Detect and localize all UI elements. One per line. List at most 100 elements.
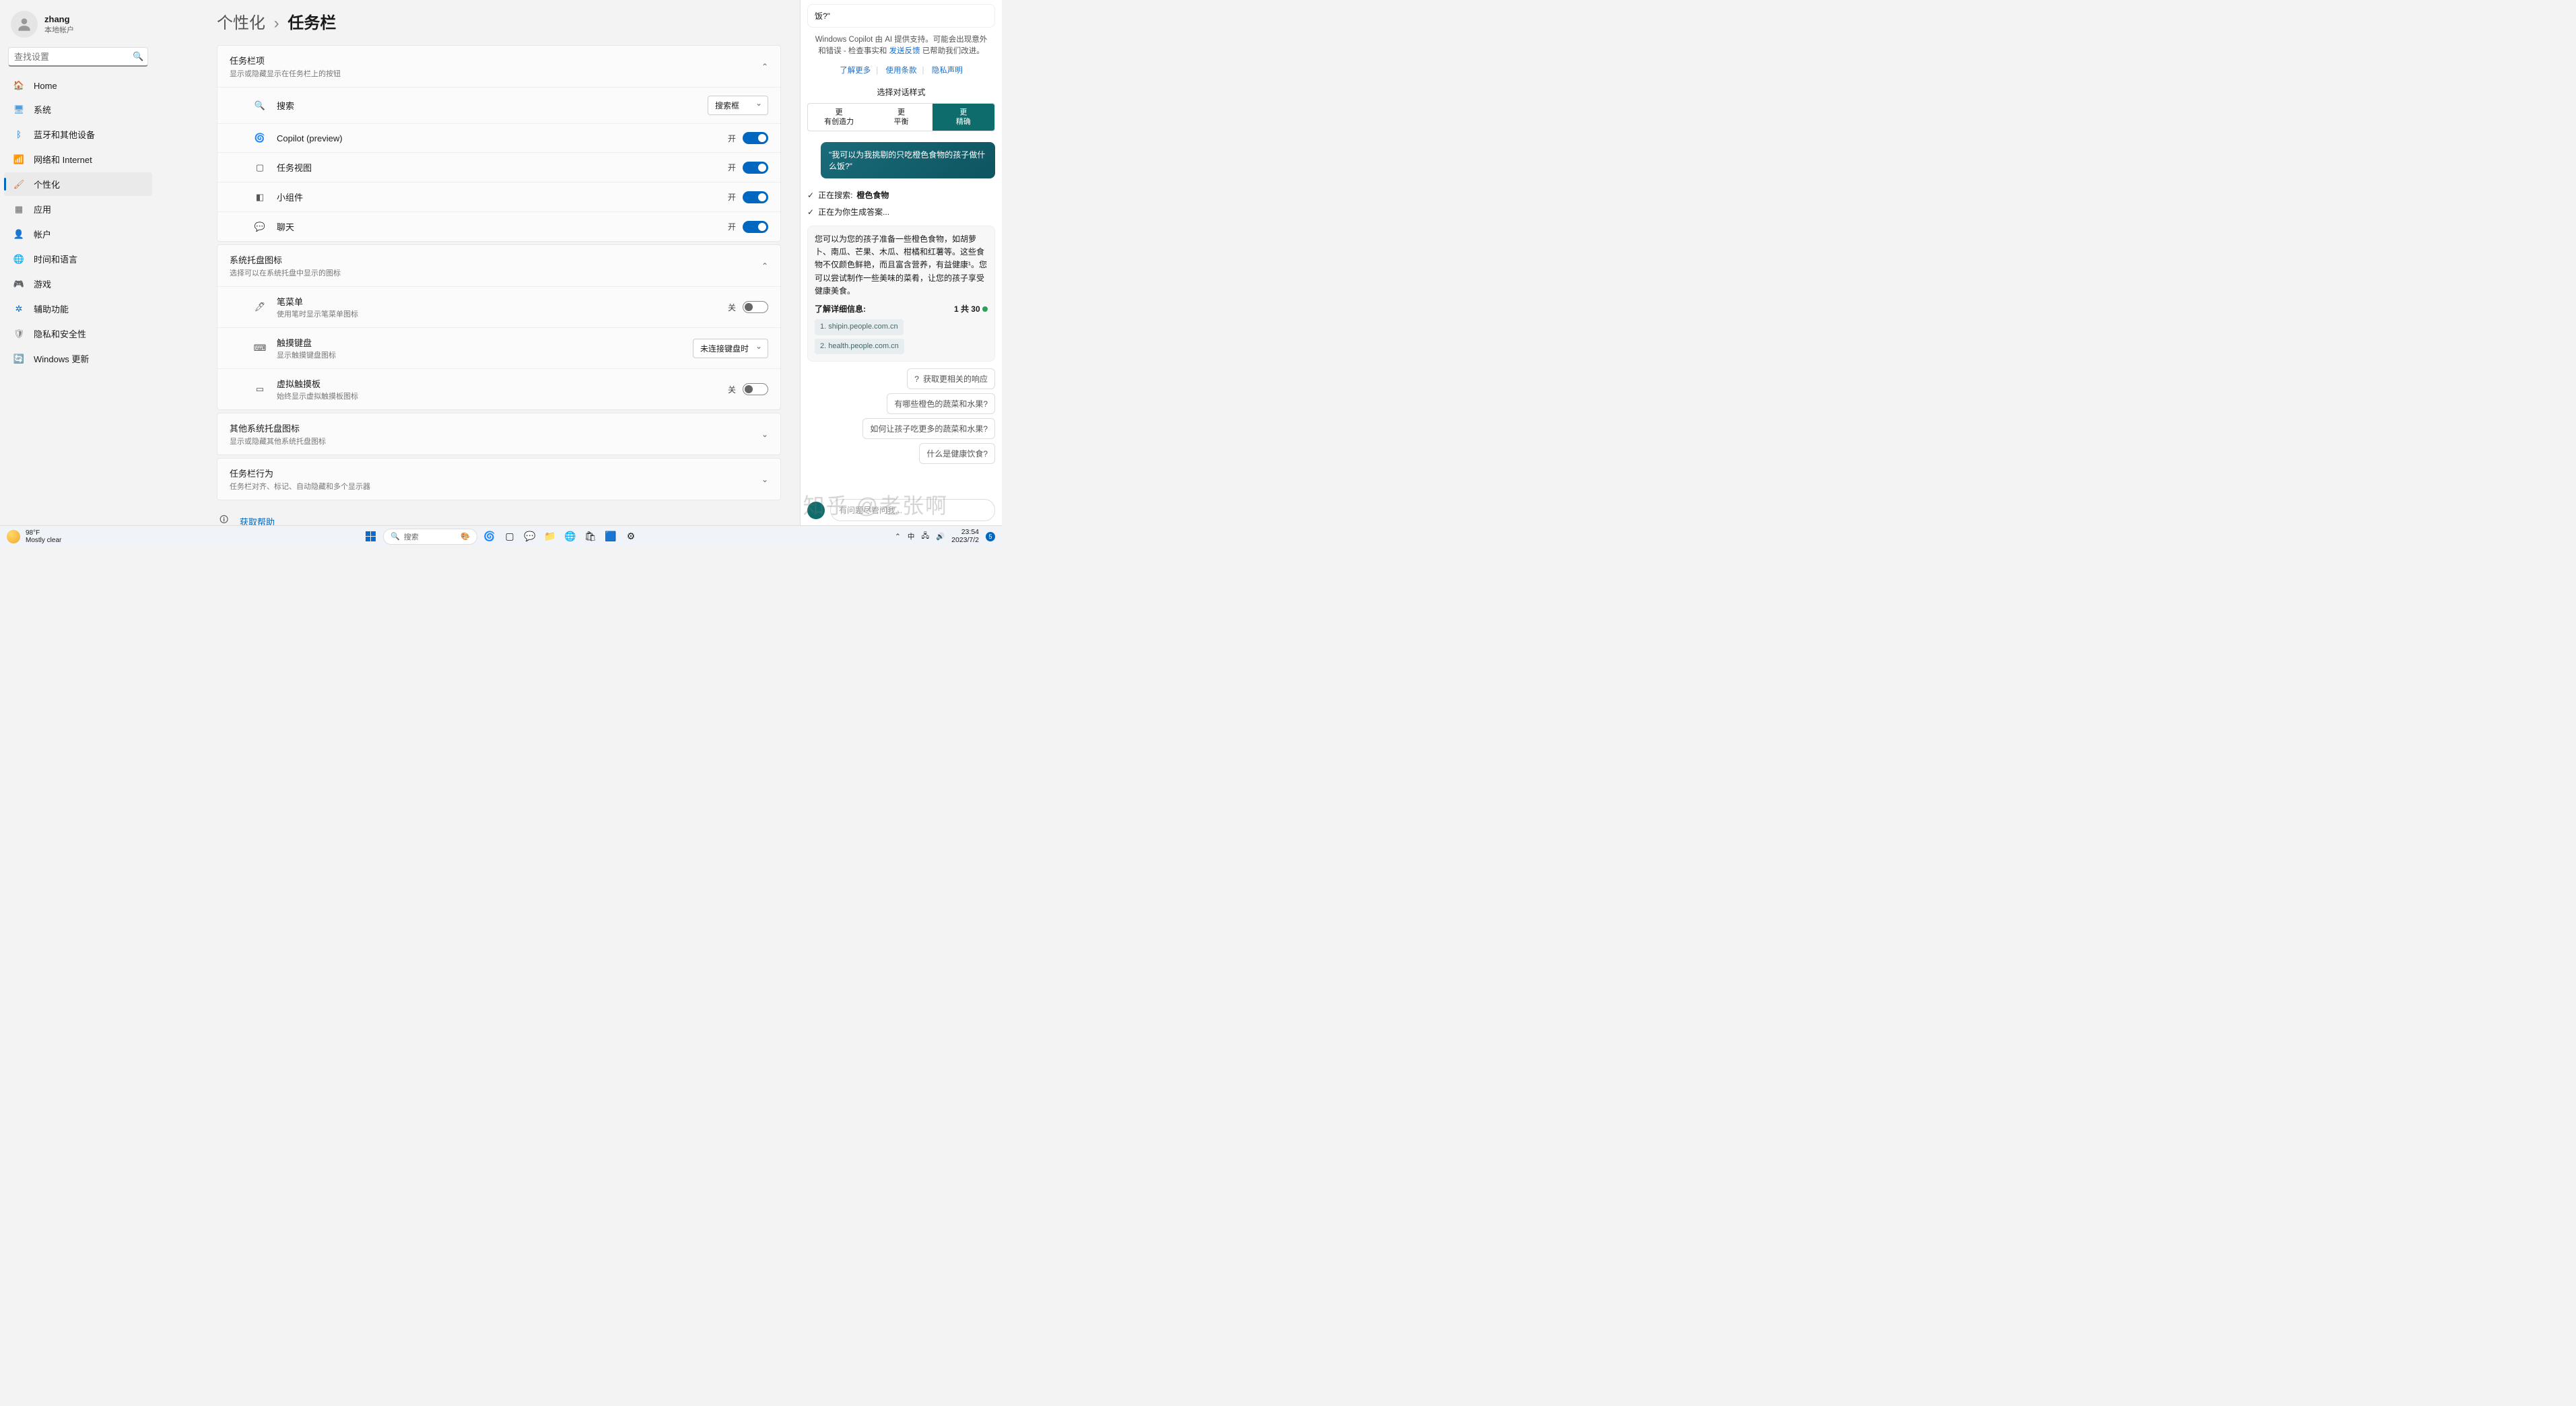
taskview-icon: ▢ [254, 162, 266, 173]
taskbar-settings[interactable]: ⚙ [623, 529, 639, 545]
taskbar-copilot[interactable]: 🌀 [481, 529, 498, 545]
nav-item-pers[interactable]: 🖌个性化 [4, 172, 152, 196]
pen-icon: 🖊 [254, 302, 266, 312]
nav-item-game[interactable]: 🎮游戏 [4, 272, 152, 296]
copilot-answer: 您可以为您的孩子准备一些橙色食物，如胡萝卜、南瓜、芒果、木瓜、柑橘和红薯等。这些… [807, 226, 995, 362]
time-icon: 🌐 [13, 254, 24, 265]
avatar [11, 11, 38, 38]
settings-sidebar: zhang 本地帐户 🔍 🏠Home🖥系统ᛒ蓝牙和其他设备📶网络和 Intern… [0, 0, 156, 525]
home-icon: 🏠 [13, 80, 24, 91]
nav-item-apps[interactable]: ▦应用 [4, 197, 152, 221]
taskbar-clock[interactable]: 23:542023/7/2 [951, 529, 979, 544]
copilot-source[interactable]: 2. health.people.com.cn [815, 339, 904, 355]
search-icon: 🔍 [254, 100, 266, 111]
copilot-prev-snippet: 饭?" [807, 4, 995, 28]
taskbar-taskview[interactable]: ▢ [502, 529, 518, 545]
nav-item-time[interactable]: 🌐时间和语言 [4, 247, 152, 271]
profile-block[interactable]: zhang 本地帐户 [4, 7, 152, 47]
row-touchpad: ▭ 虚拟触摸板 始终显示虚拟触摸板图标 关 [217, 368, 780, 409]
style-option[interactable]: 更平衡 [870, 104, 932, 131]
style-option[interactable]: 更有创造力 [808, 104, 870, 131]
touchpad-icon: ▭ [254, 384, 266, 395]
row-chat: 💬 聊天 开 [217, 211, 780, 241]
privacy-link[interactable]: 隐私声明 [932, 67, 963, 75]
chat-toggle[interactable] [743, 221, 768, 233]
tray-chevron-icon[interactable]: ⌃ [895, 533, 901, 541]
pers-icon: 🖌 [13, 179, 24, 190]
learn-more-link[interactable]: 了解更多 [840, 67, 871, 75]
copilot-user-message: "我可以为我挑剔的只吃橙色食物的孩子做什么饭?" [821, 142, 995, 178]
taskbar-edge[interactable]: 🌐 [562, 529, 578, 545]
pen-toggle[interactable] [743, 301, 768, 313]
widgets-toggle[interactable] [743, 191, 768, 203]
acc-icon: ✲ [13, 304, 24, 314]
taskbar-explorer[interactable]: 📁 [542, 529, 558, 545]
taskview-toggle[interactable] [743, 162, 768, 174]
section-taskbar-items[interactable]: 任务栏项 显示或隐藏显示在任务栏上的按钮 ⌃ [217, 46, 780, 87]
copilot-suggestion[interactable]: 有哪些橙色的蔬菜和水果? [887, 393, 995, 414]
weather-icon [7, 530, 20, 543]
section-other-tray[interactable]: 其他系统托盘图标 显示或隐藏其他系统托盘图标 ⌄ [217, 413, 780, 455]
nav-item-home[interactable]: 🏠Home [4, 75, 152, 96]
copilot-icon: 🌀 [254, 133, 266, 143]
nav-item-acct[interactable]: 👤帐户 [4, 222, 152, 246]
network-icon[interactable]: 🖧 [921, 531, 929, 543]
touchkb-dropdown[interactable]: 未连接键盘时 [693, 339, 768, 358]
chat-icon: 💬 [254, 222, 266, 232]
upd-icon: 🔄 [13, 354, 24, 364]
terms-link[interactable]: 使用条款 [886, 67, 917, 75]
row-widgets: ◧ 小组件 开 [217, 182, 780, 211]
row-pen: 🖊 笔菜单 使用笔时显示笔菜单图标 关 [217, 286, 780, 327]
copilot-status-gen: ✓正在为你生成答案... [807, 206, 995, 217]
send-feedback-link[interactable]: 发送反馈 [889, 47, 920, 55]
bt-icon: ᛒ [13, 129, 24, 140]
touchpad-toggle[interactable] [743, 383, 768, 395]
search-dropdown[interactable]: 搜索框 [708, 96, 768, 115]
profile-sub: 本地帐户 [44, 24, 74, 35]
get-help-link[interactable]: 🛈获取帮助 [217, 510, 781, 525]
copilot-input[interactable]: 有问题尽管问我... [830, 499, 995, 521]
system-icon: 🖥 [13, 104, 24, 115]
copilot-panel: 饭?" Windows Copilot 由 AI 提供支持。可能会出现意外和错误… [800, 0, 1002, 525]
chevron-down-icon: ⌄ [761, 475, 768, 484]
volume-icon[interactable]: 🔊 [936, 532, 945, 541]
apps-icon: ▦ [13, 204, 24, 215]
section-taskbar-behavior[interactable]: 任务栏行为 任务栏对齐、标记、自动隐藏和多个显示器 ⌄ [217, 459, 780, 500]
copilot-suggestion[interactable]: ?获取更相关的响应 [907, 368, 995, 389]
copilot-suggestion[interactable]: 什么是健康饮食? [919, 443, 995, 464]
help-icon: ? [914, 374, 919, 384]
nav-item-net[interactable]: 📶网络和 Internet [4, 147, 152, 171]
nav-item-priv[interactable]: 🛡隐私和安全性 [4, 322, 152, 345]
notification-badge[interactable]: 5 [986, 532, 995, 541]
copilot-suggestion[interactable]: 如何让孩子吃更多的蔬菜和水果? [862, 418, 995, 439]
copilot-footer-links: 了解更多| 使用条款| 隐私声明 [807, 65, 995, 75]
nav-item-bt[interactable]: ᛒ蓝牙和其他设备 [4, 123, 152, 146]
settings-content: 个性化 › 任务栏 任务栏项 显示或隐藏显示在任务栏上的按钮 ⌃ 🔍 搜索 搜索… [156, 0, 800, 525]
nav-item-upd[interactable]: 🔄Windows 更新 [4, 347, 152, 370]
ime-indicator[interactable]: 中 [908, 531, 915, 541]
row-touch-keyboard: ⌨ 触摸键盘 显示触摸键盘图标 未连接键盘时 [217, 327, 780, 368]
search-input[interactable] [14, 52, 133, 62]
profile-name: zhang [44, 14, 74, 24]
search-icon: 🔍 [133, 51, 143, 62]
copilot-source[interactable]: 1. shipin.people.com.cn [815, 319, 904, 335]
priv-icon: 🛡 [13, 329, 24, 339]
taskbar-store[interactable]: 🛍 [582, 529, 599, 545]
taskbar-widgets[interactable]: 🟦 [603, 529, 619, 545]
settings-search[interactable]: 🔍 [8, 47, 148, 67]
taskbar-chat[interactable]: 💬 [522, 529, 538, 545]
taskbar-search[interactable]: 🔍 搜索🎨 [383, 529, 477, 545]
taskbar-weather[interactable]: 98°FMostly clear [7, 529, 61, 544]
breadcrumb-parent[interactable]: 个性化 [217, 14, 265, 32]
section-tray-icons[interactable]: 系统托盘图标 选择可以在系统托盘中显示的图标 ⌃ [217, 245, 780, 286]
style-option[interactable]: 更精确 [933, 104, 994, 131]
nav-item-system[interactable]: 🖥系统 [4, 98, 152, 121]
widgets-icon: ◧ [254, 192, 266, 203]
windows-taskbar: 98°FMostly clear 🔍 搜索🎨 🌀 ▢ 💬 📁 🌐 🛍 🟦 ⚙ ⌃… [0, 525, 1002, 547]
copilot-notice: Windows Copilot 由 AI 提供支持。可能会出现意外和错误 - 检… [807, 34, 995, 58]
start-button[interactable] [363, 529, 379, 545]
row-search: 🔍 搜索 搜索框 [217, 87, 780, 123]
nav-item-acc[interactable]: ✲辅助功能 [4, 297, 152, 321]
net-icon: 📶 [13, 154, 24, 165]
copilot-toggle[interactable] [743, 132, 768, 144]
